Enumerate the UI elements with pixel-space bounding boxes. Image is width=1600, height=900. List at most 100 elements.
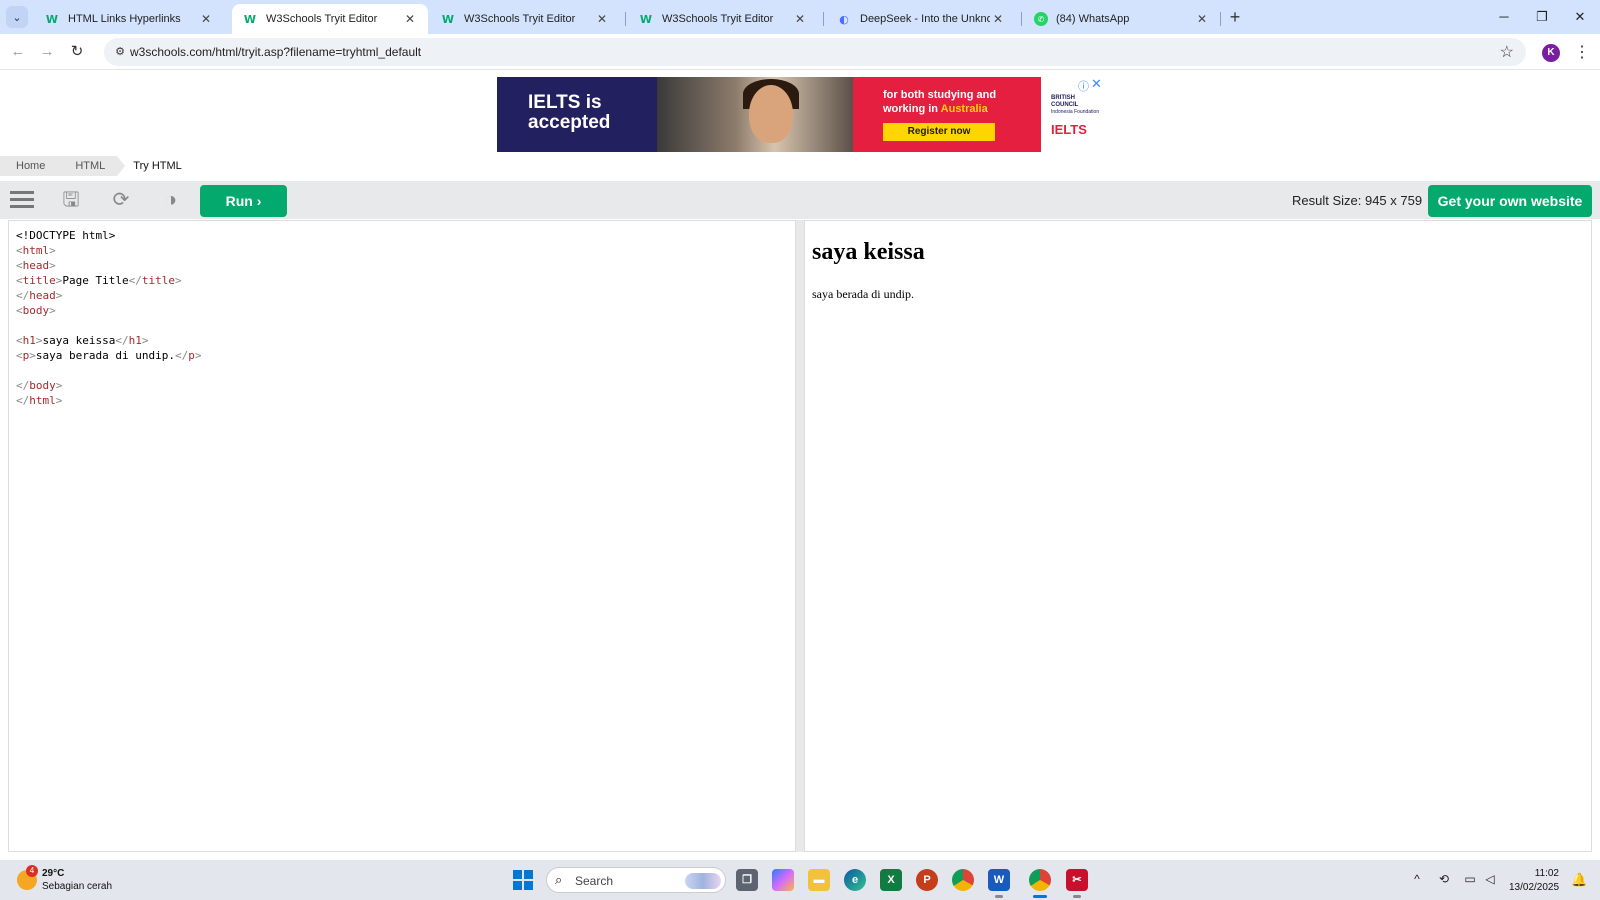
word-icon[interactable]: W — [988, 869, 1010, 891]
code-line[interactable]: <!DOCTYPE html> — [16, 228, 201, 243]
excel-icon[interactable]: X — [880, 869, 902, 891]
browser-tab-active[interactable]: W W3Schools Tryit Editor ✕ — [232, 4, 428, 34]
ad-promo-highlight: Australia — [940, 103, 988, 115]
tab-separator — [1220, 12, 1221, 26]
result-paragraph: saya berada di undip. — [812, 287, 914, 301]
site-info-icon[interactable]: ⚙ — [112, 44, 128, 60]
breadcrumb: Home HTML Try HTML — [0, 156, 182, 176]
british-council-logo: BRITISH COUNCIL Indonesia Foundation — [1051, 95, 1101, 116]
code-editor[interactable]: <!DOCTYPE html> <html> <head> <title>Page T… — [8, 220, 796, 852]
code-text[interactable]: <!DOCTYPE html> <html> <head> <title>Page T… — [16, 228, 201, 408]
tab-search-button[interactable]: ⌄ — [6, 6, 28, 28]
code-line[interactable]: <body> — [16, 303, 201, 318]
close-icon[interactable]: ✕ — [594, 12, 610, 26]
code-line[interactable] — [16, 318, 201, 333]
code-line[interactable]: <h1>saya keissa</h1> — [16, 333, 201, 348]
code-line[interactable]: </html> — [16, 393, 201, 408]
restore-icon[interactable]: ❐ — [1526, 6, 1558, 28]
url-text[interactable]: w3schools.com/html/tryit.asp?filename=tr… — [130, 45, 421, 59]
browser-menu-icon[interactable]: ⋮ — [1574, 42, 1590, 62]
clock-time[interactable]: 11:02 — [1519, 868, 1559, 879]
weather-desc[interactable]: Sebagian cerah — [42, 881, 112, 892]
forward-icon[interactable]: → — [36, 41, 58, 63]
volume-icon[interactable]: ◁ — [1482, 872, 1498, 886]
brand-line: Indonesia Foundation — [1051, 109, 1100, 115]
chevron-right-icon: › — [256, 193, 262, 209]
windows-start-icon[interactable] — [513, 870, 533, 890]
search-label: Search — [575, 874, 614, 888]
notification-bell-icon[interactable]: 🔔 — [1571, 872, 1587, 888]
search-highlight-art — [685, 873, 721, 889]
running-indicator — [1073, 895, 1081, 898]
weather-temp[interactable]: 29°C — [42, 868, 64, 879]
ad-banner[interactable]: IELTS is accepted for both studying and … — [497, 77, 1101, 152]
browser-tab[interactable]: ◐ DeepSeek - Into the Unknown ✕ — [826, 4, 1016, 34]
tab-separator — [1021, 12, 1022, 26]
ad-close-icon[interactable]: ✕ — [1091, 76, 1102, 92]
deepseek-icon: ◐ — [839, 12, 849, 26]
code-line[interactable]: </body> — [16, 378, 201, 393]
browser-tab[interactable]: W W3Schools Tryit Editor ✕ — [628, 4, 818, 34]
tab-separator — [625, 12, 626, 26]
edge-icon[interactable]: e — [844, 869, 866, 891]
file-explorer-icon[interactable]: ▬ — [808, 869, 830, 891]
browser-tab[interactable]: W W3Schools Tryit Editor ✕ — [430, 4, 620, 34]
tab-separator — [823, 12, 824, 26]
code-line[interactable]: <html> — [16, 243, 201, 258]
profile-avatar[interactable]: K — [1542, 44, 1560, 62]
snipping-tool-icon[interactable]: ✂ — [1066, 869, 1088, 891]
w3schools-favicon-icon: W — [243, 12, 257, 26]
save-icon[interactable]: 🖫 — [58, 187, 84, 213]
rotate-layout-icon[interactable]: ⟳ — [108, 187, 134, 213]
reload-icon[interactable]: ↻ — [66, 41, 88, 63]
sync-icon[interactable]: ⟲ — [1436, 872, 1452, 886]
ad-photo-face — [749, 85, 793, 143]
run-button[interactable]: Run › — [200, 185, 287, 217]
code-line[interactable] — [16, 363, 201, 378]
code-line[interactable]: <p>saya berada di undip.</p> — [16, 348, 201, 363]
clock-date[interactable]: 13/02/2025 — [1509, 882, 1559, 893]
chrome-active-icon[interactable] — [1029, 869, 1051, 891]
taskbar-search[interactable]: ⌕ Search — [546, 867, 726, 893]
browser-tab[interactable]: W HTML Links Hyperlinks ✕ — [34, 4, 224, 34]
network-icon[interactable]: ▭ — [1462, 872, 1478, 886]
code-line[interactable]: </head> — [16, 288, 201, 303]
address-bar[interactable]: ⚙ w3schools.com/html/tryit.asp?filename=… — [104, 38, 1526, 66]
result-size: Result Size: 945 x 759 — [1292, 193, 1423, 208]
close-icon[interactable]: ✕ — [402, 12, 418, 26]
active-indicator — [1033, 895, 1047, 898]
weather-badge: 4 — [26, 865, 38, 877]
breadcrumb-html[interactable]: HTML — [57, 156, 126, 176]
close-window-icon[interactable]: ✕ — [1564, 6, 1596, 28]
code-line[interactable]: <head> — [16, 258, 201, 273]
minimize-icon[interactable]: ─ — [1488, 6, 1520, 28]
chevron-up-icon[interactable]: ^ — [1409, 872, 1425, 886]
ad-register-button[interactable]: Register now — [883, 123, 995, 141]
close-icon[interactable]: ✕ — [1194, 12, 1210, 26]
close-icon[interactable]: ✕ — [792, 12, 808, 26]
breadcrumb-home[interactable]: Home — [0, 156, 66, 176]
ad-info-icon[interactable]: ⓘ — [1078, 78, 1089, 94]
code-line[interactable]: <title>Page Title</title> — [16, 273, 201, 288]
brand-line: COUNCIL — [1051, 102, 1079, 108]
ad-headline: IELTS is accepted — [497, 77, 657, 152]
get-website-button[interactable]: Get your own website — [1428, 185, 1592, 217]
back-icon[interactable]: ← — [7, 41, 29, 63]
menu-icon[interactable] — [9, 187, 35, 213]
run-label: Run — [225, 193, 253, 209]
chrome-icon[interactable] — [952, 869, 974, 891]
theme-contrast-icon[interactable]: ◑ — [158, 187, 184, 213]
task-view-icon[interactable]: ❐ — [736, 869, 758, 891]
close-icon[interactable]: ✕ — [198, 12, 214, 26]
pane-divider[interactable] — [796, 220, 804, 852]
new-tab-button[interactable]: + — [1224, 7, 1246, 29]
close-icon[interactable]: ✕ — [990, 12, 1006, 26]
tab-strip: ⌄ W HTML Links Hyperlinks ✕ W W3Schools … — [0, 0, 1600, 34]
browser-tab[interactable]: ✆ (84) WhatsApp ✕ — [1024, 4, 1220, 34]
w3schools-favicon-icon: W — [639, 12, 653, 26]
copilot-icon[interactable] — [772, 869, 794, 891]
powerpoint-icon[interactable]: P — [916, 869, 938, 891]
tab-title: HTML Links Hyperlinks — [68, 13, 181, 25]
bookmark-star-icon[interactable]: ☆ — [1500, 42, 1514, 62]
whatsapp-icon: ✆ — [1034, 12, 1048, 26]
